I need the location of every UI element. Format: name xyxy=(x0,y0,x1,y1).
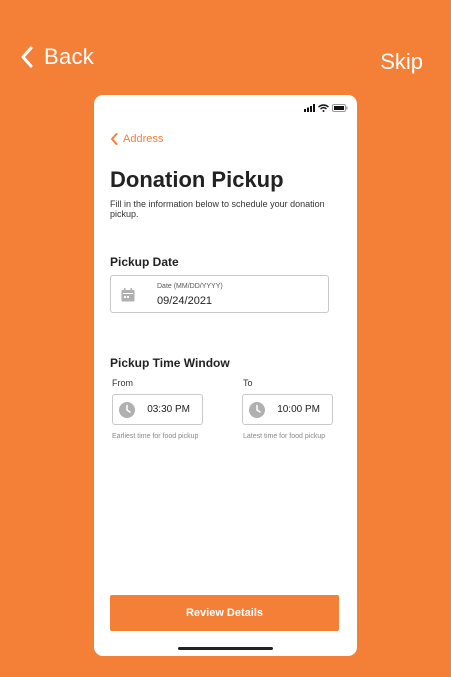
pickup-date-heading: Pickup Date xyxy=(110,255,179,269)
to-label: To xyxy=(243,378,253,388)
page-subtitle: Fill in the information below to schedul… xyxy=(110,199,325,219)
pickup-time-heading: Pickup Time Window xyxy=(110,356,230,370)
chevron-left-icon xyxy=(21,46,33,68)
date-field-value: 09/24/2021 xyxy=(157,295,213,307)
wifi-icon xyxy=(318,104,329,112)
to-helper-text: Latest time for food pickup xyxy=(243,433,326,440)
address-back-link[interactable]: Address xyxy=(110,133,163,145)
from-label: From xyxy=(112,378,133,388)
from-helper-text: Earliest time for food pickup xyxy=(112,433,199,440)
phone-screen: Address Donation Pickup Fill in the info… xyxy=(94,95,357,656)
signal-icon xyxy=(304,104,315,112)
date-field-label: Date (MM/DD/YYYY) xyxy=(157,283,223,290)
address-back-label: Address xyxy=(123,133,164,145)
status-bar xyxy=(304,104,348,112)
review-details-button[interactable]: Review Details xyxy=(110,595,339,631)
page-title: Donation Pickup xyxy=(110,167,284,192)
clock-icon xyxy=(119,402,135,418)
home-indicator xyxy=(178,647,273,650)
back-label: Back xyxy=(44,44,95,69)
back-button[interactable]: Back xyxy=(20,44,94,70)
chevron-left-icon xyxy=(111,133,118,145)
pickup-date-field[interactable]: Date (MM/DD/YYYY) 09/24/2021 xyxy=(110,275,329,313)
skip-button[interactable]: Skip xyxy=(380,49,423,75)
battery-icon xyxy=(332,104,348,112)
calendar-icon xyxy=(121,288,135,302)
from-time-field[interactable]: 03:30 PM xyxy=(112,394,203,425)
to-time-field[interactable]: 10:00 PM xyxy=(242,394,333,425)
from-time-value: 03:30 PM xyxy=(147,404,190,415)
clock-icon xyxy=(249,402,265,418)
to-time-value: 10:00 PM xyxy=(277,404,320,415)
